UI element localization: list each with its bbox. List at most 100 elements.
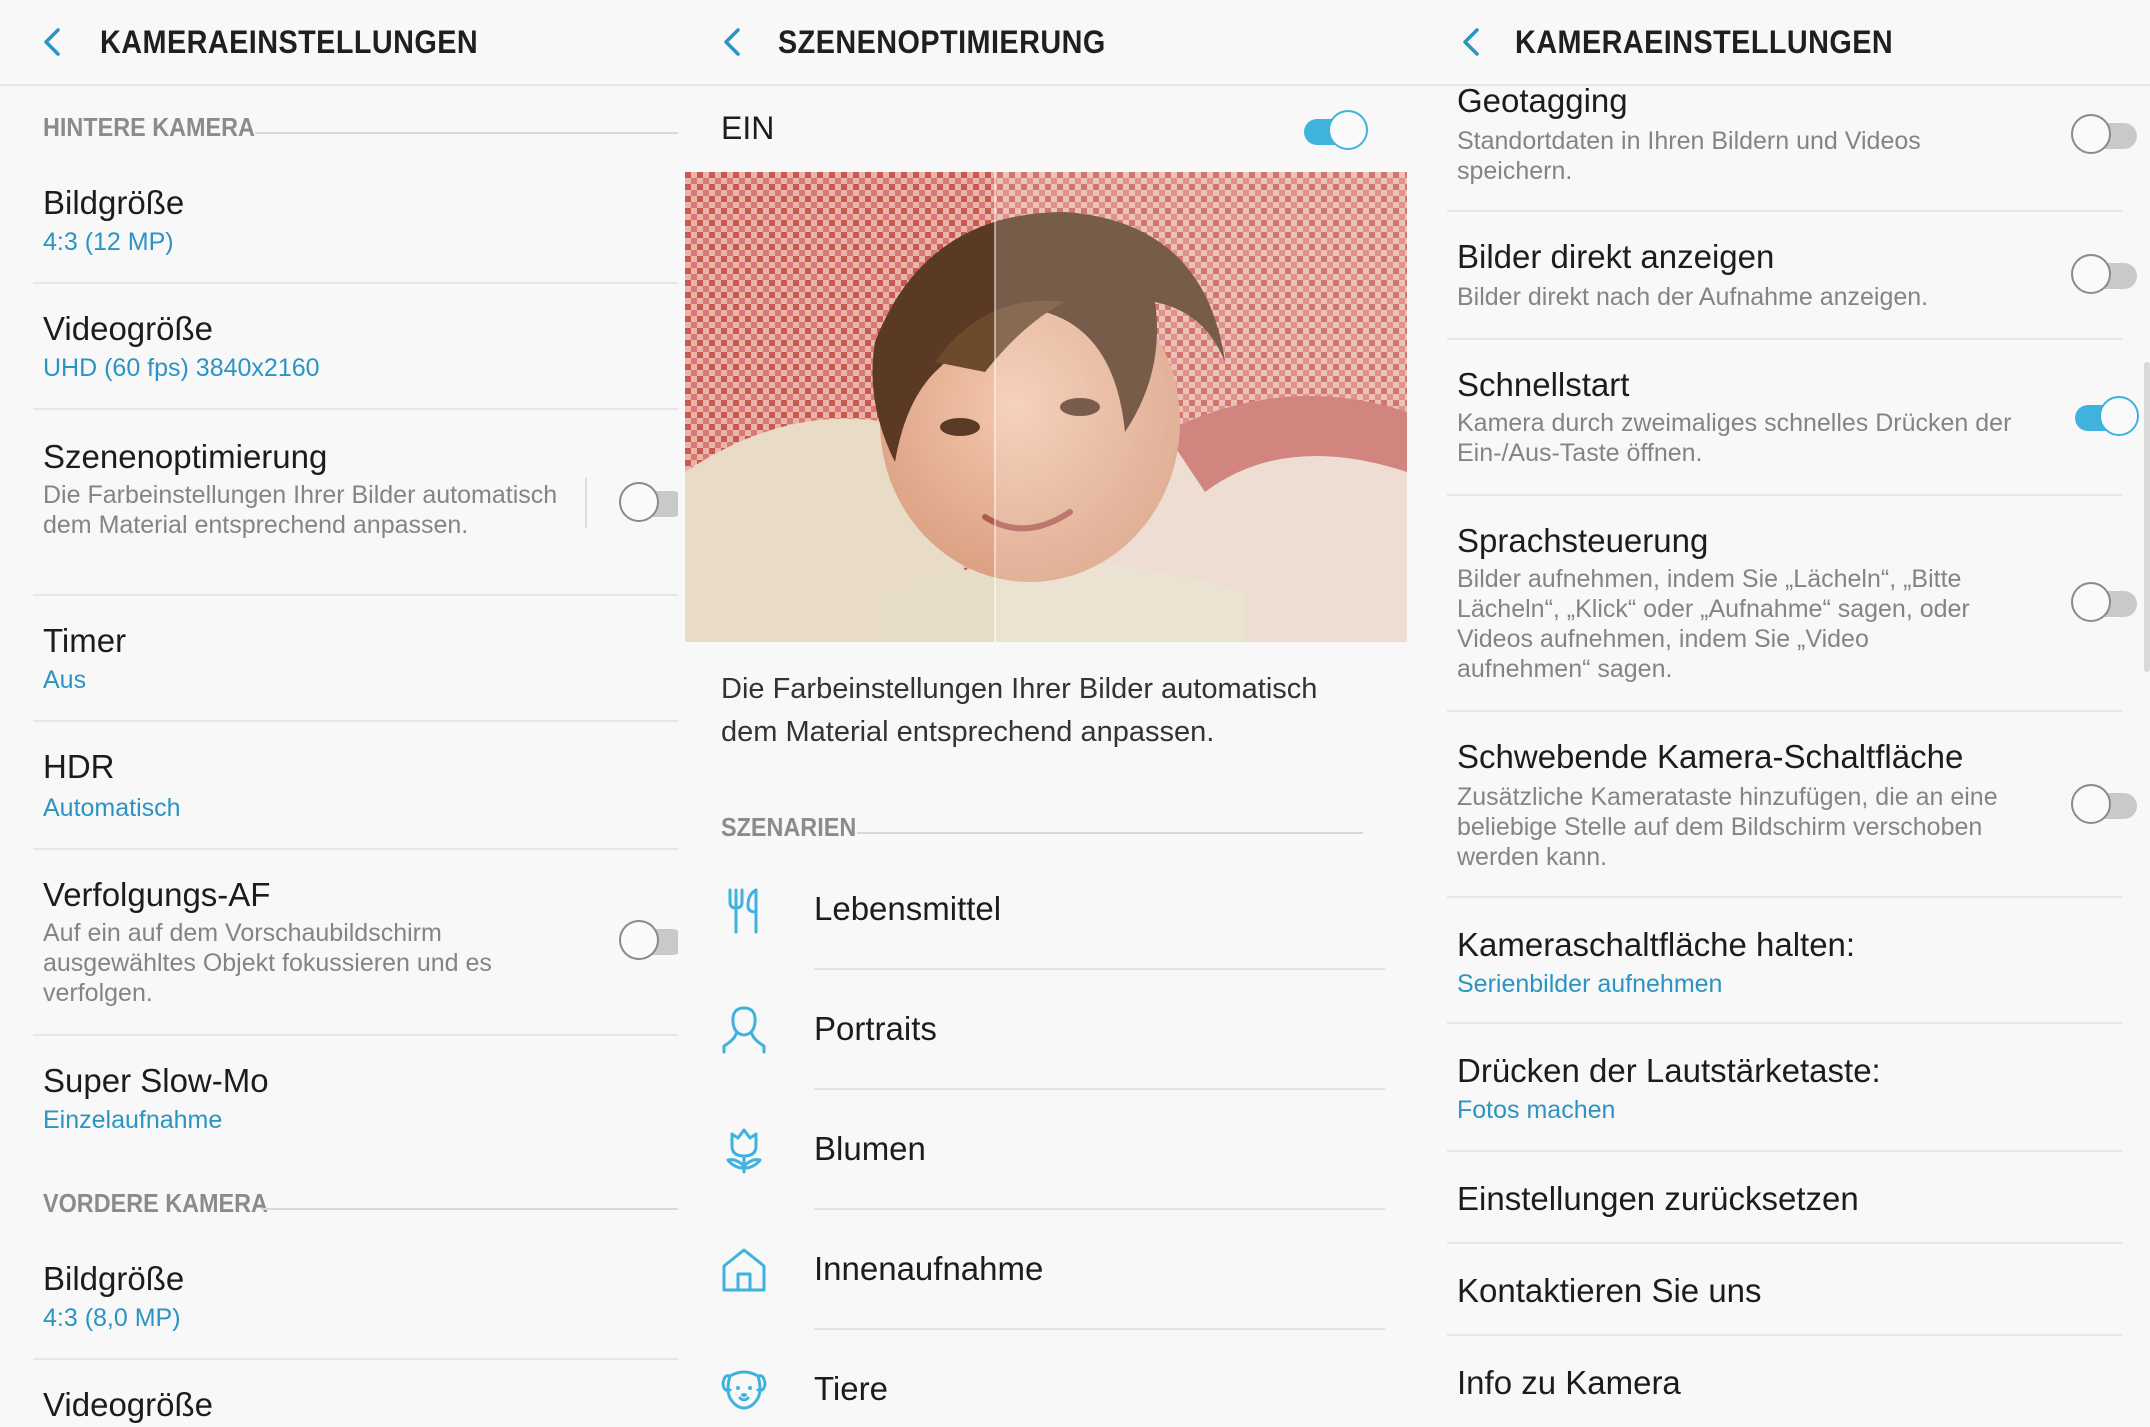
setting-voice-control[interactable]: Sprachsteuerung Bilder aufnehmen, indem …	[1447, 496, 2137, 712]
floating-camera-button-toggle[interactable]	[2071, 784, 2139, 824]
setting-title: Kameraschaltfläche halten:	[1457, 926, 1856, 963]
setting-geotagging[interactable]: Geotagging Standortdaten in Ihren Bilder…	[1447, 80, 2137, 212]
master-switch-toggle[interactable]	[1300, 110, 1368, 150]
setting-value: Fotos machen	[1457, 1096, 1616, 1124]
setting-description: Bilder direkt nach der Aufnahme anzeigen…	[1457, 283, 1929, 311]
setting-quick-launch[interactable]: Schnellstart Kamera durch zweimaliges sc…	[1447, 340, 2139, 496]
scenario-item-animals[interactable]: Tiere	[678, 1330, 1411, 1427]
setting-review-pictures[interactable]: Bilder direkt anzeigen Bilder direkt nac…	[1447, 212, 2137, 340]
setting-value: Serienbilder aufnehmen	[1457, 970, 1723, 998]
app-bar: SZENENOPTIMIERUNG	[678, 0, 1411, 86]
scenario-item-portraits[interactable]: Portraits	[678, 970, 1411, 1090]
scene-optimizer-panel: SZENENOPTIMIERUNG EIN Die Farbeinstellun…	[678, 0, 1411, 1427]
setting-title: Bildgröße	[43, 1260, 185, 1297]
master-switch-label: EIN	[721, 110, 775, 146]
back-arrow-icon[interactable]	[1453, 22, 1493, 62]
setting-title: Szenenoptimierung	[43, 438, 328, 475]
tracking-af-toggle[interactable]	[619, 920, 678, 960]
setting-description: Zusätzliche Kamerataste hinzufügen, die …	[1457, 783, 1998, 871]
setting-title: Drücken der Lautstärketaste:	[1457, 1052, 1881, 1089]
setting-reset[interactable]: Einstellungen zurücksetzen	[1447, 1152, 2122, 1244]
setting-title: Videogröße	[43, 310, 214, 347]
fork-spoon-icon	[728, 888, 758, 934]
page-title: KAMERAEINSTELLUNGEN	[100, 24, 479, 60]
setting-volume-key[interactable]: Drücken der Lautstärketaste: Fotos mache…	[1447, 1024, 2122, 1152]
setting-title: Timer	[43, 622, 127, 659]
scenario-item-flowers[interactable]: Blumen	[678, 1090, 1411, 1210]
setting-title: Einstellungen zurücksetzen	[1457, 1180, 1859, 1217]
scene-optimizer-description: Die Farbeinstellungen Ihrer Bilder autom…	[721, 673, 1318, 748]
section-label: SZENARIEN	[721, 812, 857, 842]
setting-hdr[interactable]: HDR Automatisch	[33, 722, 678, 850]
vertical-divider	[585, 478, 587, 528]
app-bar: KAMERAEINSTELLUNGEN	[0, 0, 678, 86]
section-divider	[857, 832, 1363, 834]
setting-super-slow-mo[interactable]: Super Slow-Mo Einzelaufnahme	[33, 1036, 678, 1166]
setting-rear-video-size[interactable]: Videogröße UHD (60 fps) 3840x2160	[33, 284, 678, 410]
scenario-label: Innenaufnahme	[814, 1250, 1044, 1287]
voice-control-toggle[interactable]	[2071, 582, 2139, 622]
setting-value: Automatisch	[43, 794, 181, 822]
section-divider	[261, 1208, 678, 1210]
scenario-label: Tiere	[814, 1370, 888, 1407]
settings-panel-camera-more: KAMERAEINSTELLUNGEN Geotagging Standortd…	[1411, 0, 2150, 1427]
setting-title: HDR	[43, 748, 115, 785]
flower-icon	[726, 1128, 762, 1174]
setting-value: 4:3 (8,0 MP)	[43, 1304, 181, 1332]
setting-description: Standortdaten in Ihren Bildern und Video…	[1457, 127, 1921, 185]
setting-title: Schwebende Kamera-Schaltfläche	[1457, 738, 1964, 775]
section-header-scenarios: SZENARIEN	[721, 812, 1411, 852]
house-icon	[722, 1248, 766, 1292]
setting-about-camera[interactable]: Info zu Kamera	[1447, 1336, 2122, 1427]
sample-photo-comparison	[685, 172, 1407, 642]
setting-timer[interactable]: Timer Aus	[33, 596, 678, 722]
setting-title: Videogröße	[43, 1386, 214, 1423]
setting-title: Info zu Kamera	[1457, 1364, 1681, 1401]
scenario-label: Blumen	[814, 1130, 926, 1167]
setting-description: Bilder aufnehmen, indem Sie „Lächeln“, „…	[1457, 565, 1970, 683]
setting-floating-camera-button[interactable]: Schwebende Kamera-Schaltfläche Zusätzlic…	[1447, 712, 2137, 898]
scrollbar[interactable]	[2144, 362, 2150, 672]
person-icon	[722, 1006, 766, 1054]
setting-description: Kamera durch zweimaliges schnelles Drück…	[1457, 409, 2012, 467]
scenario-label: Lebensmittel	[814, 890, 1002, 927]
section-header-rear-camera: HINTERE KAMERA	[43, 112, 678, 152]
page-title: KAMERAEINSTELLUNGEN	[1515, 24, 1894, 60]
dog-icon	[721, 1370, 767, 1410]
setting-title: Sprachsteuerung	[1457, 522, 1709, 559]
setting-scene-optimizer[interactable]: Szenenoptimierung Die Farbeinstellungen …	[33, 410, 678, 596]
settings-panel-camera: KAMERAEINSTELLUNGEN HINTERE KAMERA Bildg…	[0, 0, 678, 1427]
setting-tracking-af[interactable]: Verfolgungs-AF Auf ein auf dem Vorschaub…	[33, 850, 678, 1036]
section-header-front-camera: VORDERE KAMERA	[43, 1188, 678, 1228]
setting-title: Super Slow-Mo	[43, 1062, 269, 1099]
scenario-label: Portraits	[814, 1010, 937, 1047]
setting-value: 4:3 (12 MP)	[43, 228, 174, 256]
page-title: SZENENOPTIMIERUNG	[778, 24, 1106, 60]
setting-title: Bildgröße	[43, 184, 185, 221]
scene-optimizer-toggle[interactable]	[619, 482, 678, 522]
setting-value: Aus	[43, 666, 87, 694]
section-divider	[255, 132, 678, 134]
back-arrow-icon[interactable]	[714, 22, 754, 62]
review-pictures-toggle[interactable]	[2071, 254, 2139, 294]
back-arrow-icon[interactable]	[34, 22, 74, 62]
setting-value: Einzelaufnahme	[43, 1106, 223, 1134]
setting-title: Bilder direkt anzeigen	[1457, 238, 1775, 275]
setting-contact-us[interactable]: Kontaktieren Sie uns	[1447, 1244, 2122, 1336]
setting-description: Die Farbeinstellungen Ihrer Bilder autom…	[43, 481, 558, 539]
quick-launch-toggle[interactable]	[2071, 396, 2139, 436]
section-label: VORDERE KAMERA	[43, 1188, 268, 1218]
setting-description: Auf ein auf dem Vorschaubildschirm ausge…	[43, 919, 492, 1007]
scenario-item-food[interactable]: Lebensmittel	[678, 850, 1411, 970]
setting-hold-camera-button[interactable]: Kameraschaltfläche halten: Serienbilder …	[1447, 898, 2122, 1024]
scenario-item-indoor[interactable]: Innenaufnahme	[678, 1210, 1411, 1330]
setting-front-video-size[interactable]: Videogröße	[33, 1360, 678, 1427]
setting-rear-picture-size[interactable]: Bildgröße 4:3 (12 MP)	[33, 168, 678, 284]
section-label: HINTERE KAMERA	[43, 112, 255, 142]
setting-front-picture-size[interactable]: Bildgröße 4:3 (8,0 MP)	[33, 1244, 678, 1360]
setting-title: Kontaktieren Sie uns	[1457, 1272, 1762, 1309]
geotagging-toggle[interactable]	[2071, 114, 2139, 154]
setting-title: Schnellstart	[1457, 366, 1630, 403]
app-bar: KAMERAEINSTELLUNGEN	[1411, 0, 2150, 86]
setting-title: Verfolgungs-AF	[43, 876, 271, 913]
